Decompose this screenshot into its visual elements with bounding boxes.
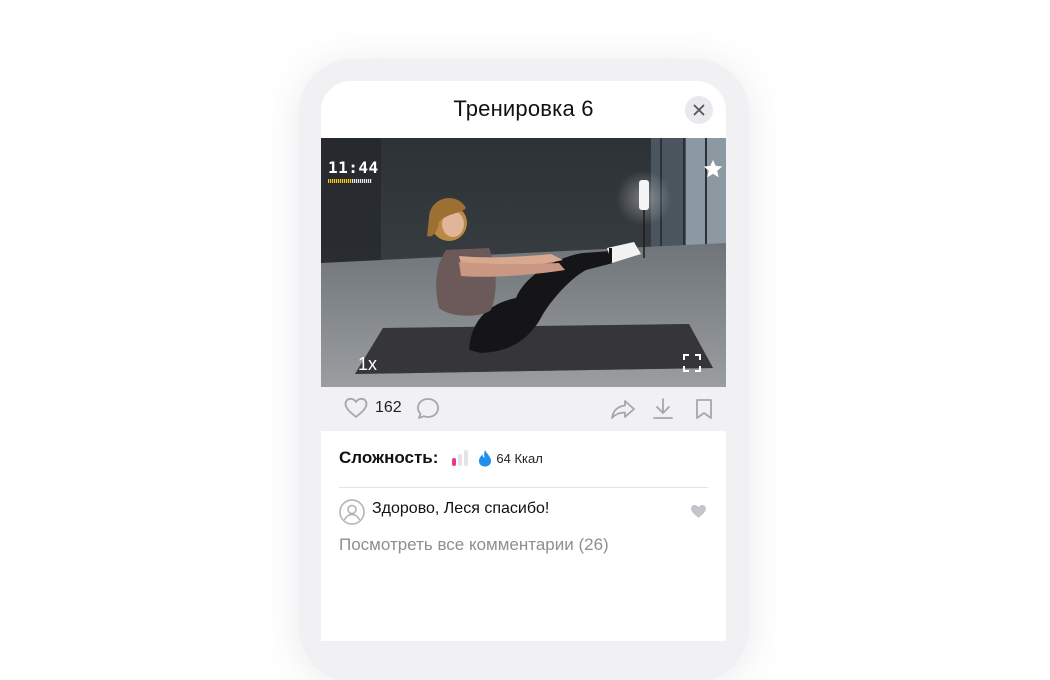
timer-tick: [338, 179, 340, 183]
timer-tick: [344, 179, 346, 183]
timer-tick: [364, 179, 366, 183]
page-title: Тренировка 6: [453, 96, 594, 121]
timer-tick: [358, 179, 360, 183]
heart-outline-icon[interactable]: [343, 396, 369, 420]
close-icon: [693, 104, 705, 116]
workout-screen: Тренировка 6 11:44 1x 162 Сложность: 64 …: [321, 81, 726, 641]
fullscreen-icon[interactable]: [682, 353, 702, 373]
view-all-comments-link[interactable]: Посмотреть все комментарии (26): [339, 535, 609, 555]
difficulty-bar: [464, 450, 469, 466]
heart-filled-icon[interactable]: [689, 503, 708, 520]
timer-tick: [350, 179, 352, 183]
timer-tick: [328, 179, 330, 183]
comment-bubble-icon[interactable]: [415, 396, 441, 422]
playback-speed-button[interactable]: 1x: [358, 354, 377, 375]
close-button[interactable]: [685, 96, 713, 124]
timer-tick: [354, 179, 356, 183]
difficulty-label: Сложность:: [339, 448, 439, 467]
timer-tick: [356, 179, 358, 183]
timer-tick: [348, 179, 350, 183]
timer-tick: [342, 179, 344, 183]
timer-tick: [346, 179, 348, 183]
workout-meta: Сложность: 64 Ккал: [339, 448, 543, 468]
timer-tick: [368, 179, 370, 183]
likes-count: 162: [375, 399, 402, 416]
timer-tick: [366, 179, 368, 183]
timer-progress-bar: [328, 179, 372, 183]
divider: [339, 487, 708, 488]
video-frame: [321, 138, 726, 387]
flame-icon: [479, 450, 492, 467]
timer-tick: [362, 179, 364, 183]
user-avatar-icon: [339, 499, 365, 525]
timer-tick: [352, 179, 354, 183]
download-icon[interactable]: [651, 397, 675, 421]
timer-tick: [334, 179, 336, 183]
share-icon[interactable]: [610, 397, 636, 421]
calories-value: 64 Ккал: [496, 450, 543, 466]
timer-tick: [336, 179, 338, 183]
timer-tick: [332, 179, 334, 183]
timer-tick: [340, 179, 342, 183]
timer-tick: [360, 179, 362, 183]
video-player[interactable]: 11:44 1x: [321, 138, 726, 387]
timer-tick: [330, 179, 332, 183]
workout-timer: 11:44: [328, 158, 379, 177]
difficulty-bar: [452, 458, 457, 466]
bookmark-icon[interactable]: [695, 398, 713, 420]
timer-tick: [370, 179, 372, 183]
difficulty-bar: [458, 454, 463, 466]
action-bar: 162: [321, 387, 726, 431]
comment-text: Здорово, Леся спасибо!: [372, 500, 550, 517]
difficulty-indicator: [452, 450, 469, 466]
star-icon[interactable]: [702, 158, 724, 180]
comment-item[interactable]: Здорово, Леся спасибо!: [339, 499, 708, 527]
